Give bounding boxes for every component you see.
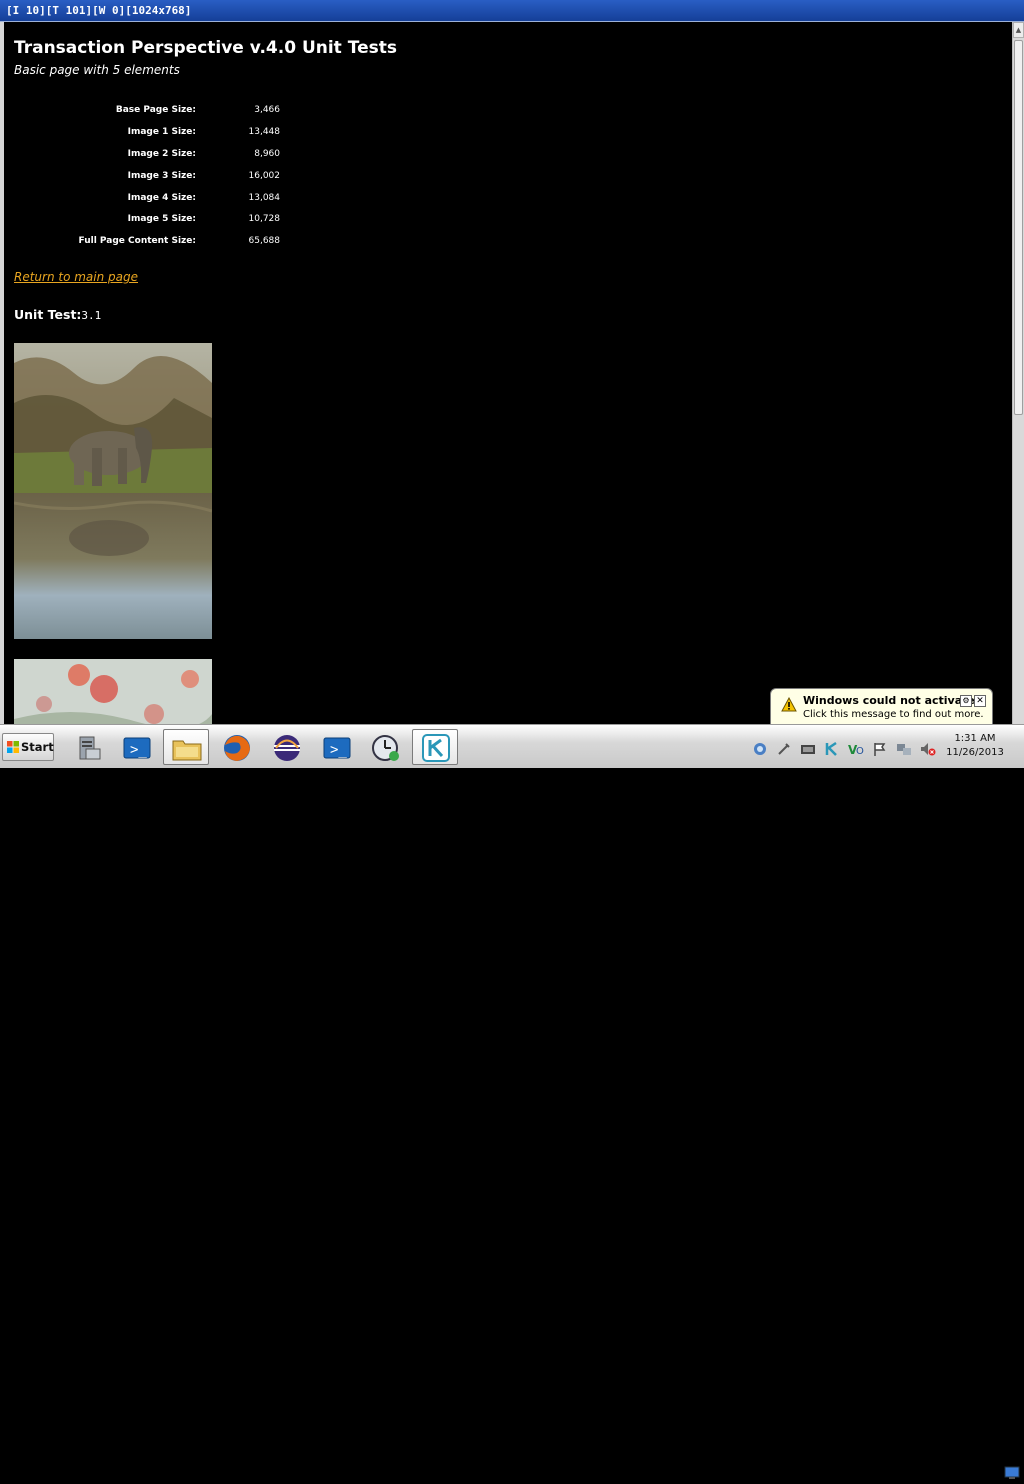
unit-test-value: 3.1 <box>81 309 102 322</box>
unit-test-label: Unit Test:3.1 <box>14 307 101 322</box>
close-icon[interactable]: ✕ <box>974 695 986 707</box>
size-row: Image 5 Size: 10,728 <box>44 208 280 230</box>
notification-options-icon[interactable]: ⚙ <box>960 695 972 707</box>
action-center-flag-icon[interactable] <box>872 741 888 757</box>
volume-muted-icon[interactable] <box>920 741 936 757</box>
notification-message: Click this message to find out more. <box>803 709 984 720</box>
scrollbar-thumb[interactable] <box>1014 40 1023 415</box>
page-content: Transaction Perspective v.4.0 Unit Tests… <box>4 22 1012 724</box>
size-row: Base Page Size: 3,466 <box>44 99 280 121</box>
notification-title: Windows could not activate <box>803 694 975 707</box>
warning-icon <box>781 697 797 712</box>
clock-app-icon <box>372 735 399 761</box>
taskbar-eclipse[interactable] <box>263 729 309 765</box>
taskbar-clock-app[interactable] <box>362 729 408 765</box>
size-label: Image 3 Size: <box>127 170 196 181</box>
size-label: Base Page Size: <box>115 104 196 115</box>
taskbar-powershell-2[interactable]: >_ <box>313 729 359 765</box>
clock-date: 11/26/2013 <box>946 747 1004 758</box>
k-app-icon <box>422 734 450 762</box>
server-manager-icon <box>79 736 101 760</box>
clock-time: 1:31 AM <box>954 733 996 744</box>
unit-test-caption: Unit Test: <box>14 307 82 322</box>
tools-icon[interactable] <box>776 741 792 757</box>
vo-icon[interactable]: V O <box>848 741 864 757</box>
powershell-icon: >_ <box>123 737 151 759</box>
window-titlebar: [I 10][T 101][W 0][1024x768] <box>0 0 1024 22</box>
show-desktop-icon[interactable] <box>1004 1465 1020 1479</box>
taskbar-powershell-1[interactable]: >_ <box>113 729 159 765</box>
network-icon[interactable] <box>752 741 768 757</box>
size-label: Image 5 Size: <box>127 214 196 225</box>
size-value: 3,466 <box>254 104 280 115</box>
page-subtitle: Basic page with 5 elements <box>14 63 180 77</box>
size-label: Image 4 Size: <box>127 192 196 203</box>
size-row: Full Page Content Size: 65,688 <box>44 230 280 252</box>
start-label: Start <box>21 740 54 754</box>
size-value: 10,728 <box>248 214 281 225</box>
size-label: Full Page Content Size: <box>78 236 196 247</box>
svg-text:>_: >_ <box>330 742 347 758</box>
taskbar-k-app[interactable] <box>412 729 458 765</box>
size-row: Image 2 Size: 8,960 <box>44 143 280 165</box>
taskbar-firefox[interactable] <box>213 729 259 765</box>
svg-text:O: O <box>856 746 864 757</box>
network-computers-icon[interactable] <box>896 741 912 757</box>
windows-logo-icon <box>7 741 19 753</box>
elephant-photo <box>14 343 212 639</box>
size-value: 65,688 <box>248 236 281 247</box>
size-row: Image 4 Size: 13,084 <box>44 187 280 209</box>
size-value: 13,084 <box>248 192 281 203</box>
size-row: Image 3 Size: 16,002 <box>44 165 280 187</box>
taskbar-clock[interactable]: 1:31 AM 11/26/2013 <box>946 732 1004 760</box>
taskbar: Start >_ >_ V O <box>0 724 1024 1479</box>
powershell-icon: >_ <box>323 737 351 759</box>
size-value: 13,448 <box>248 126 281 137</box>
size-table: Base Page Size: 3,466 Image 1 Size: 13,4… <box>44 99 280 252</box>
taskbar-server-manager[interactable] <box>64 729 110 765</box>
firefox-icon <box>224 735 250 761</box>
vm-icon[interactable] <box>800 741 816 757</box>
svg-text:>_: >_ <box>130 742 147 758</box>
taskbar-explorer[interactable] <box>163 729 209 765</box>
window-title: [I 10][T 101][W 0][1024x768] <box>6 4 192 17</box>
eclipse-icon <box>274 735 300 761</box>
return-to-main-link[interactable]: Return to main page <box>14 270 138 284</box>
size-row: Image 1 Size: 13,448 <box>44 121 280 143</box>
k-tray-icon[interactable] <box>824 741 840 757</box>
size-value: 16,002 <box>248 170 281 181</box>
size-label: Image 1 Size: <box>127 126 196 137</box>
scroll-up-arrow-icon[interactable]: ▲ <box>1013 22 1024 38</box>
folder-icon <box>172 740 202 761</box>
page-title: Transaction Perspective v.4.0 Unit Tests <box>14 38 397 58</box>
size-label: Image 2 Size: <box>127 148 196 159</box>
vertical-scrollbar[interactable]: ▲ <box>1012 22 1024 724</box>
start-button[interactable]: Start <box>2 733 54 761</box>
size-value: 8,960 <box>254 148 280 159</box>
flowers-photo <box>14 659 212 724</box>
